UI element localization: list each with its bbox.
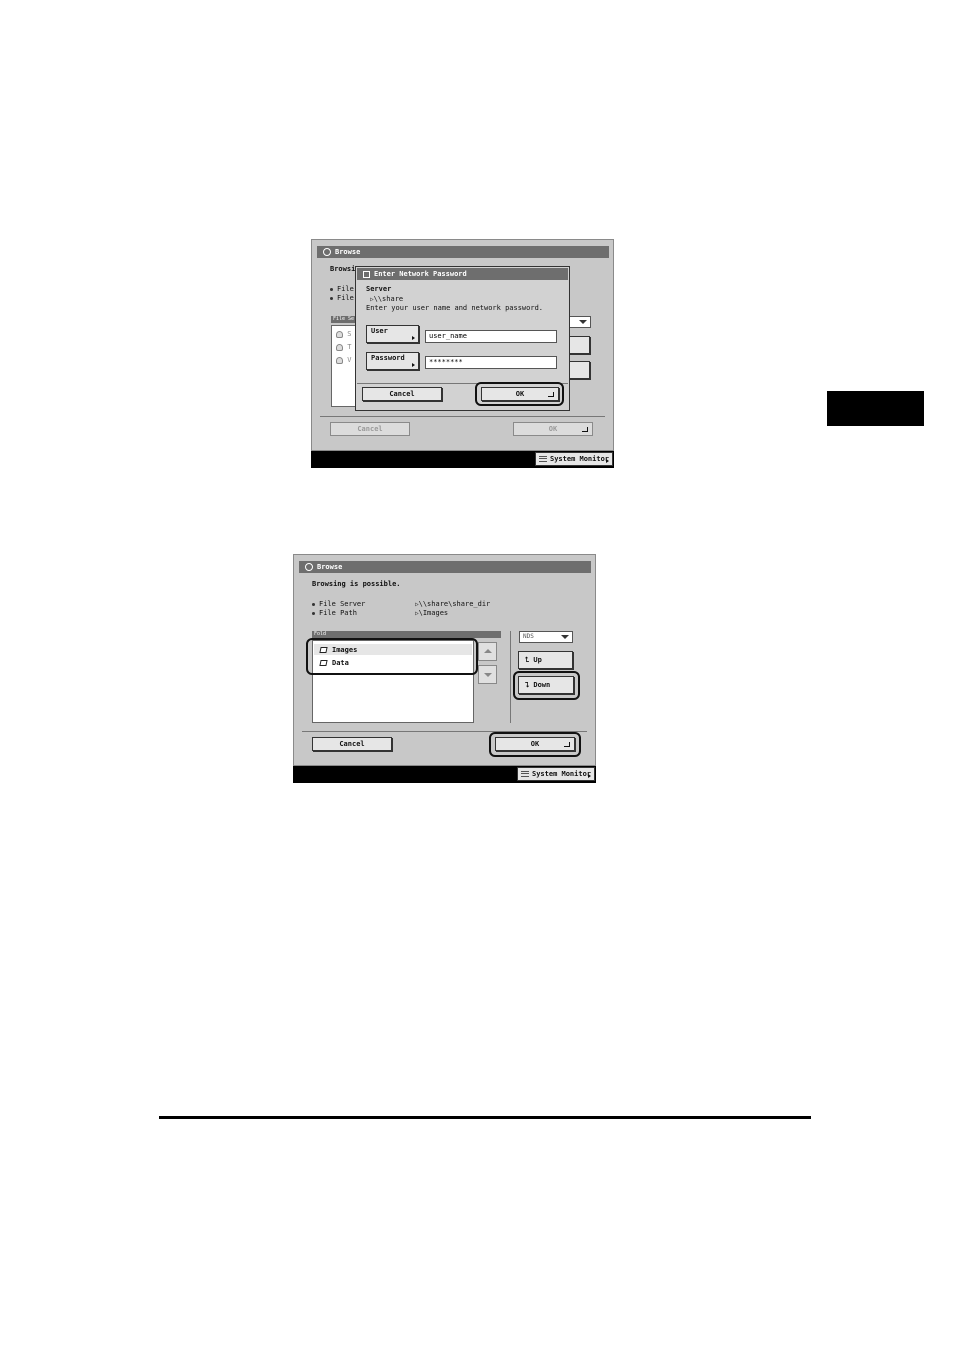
list-item[interactable]: S: [336, 330, 351, 338]
ok-button[interactable]: OK: [513, 422, 593, 436]
user-button[interactable]: User: [366, 325, 419, 343]
folders-highlight-outline: [306, 638, 478, 675]
screenshot-2-browse-folders: Browse Browsing is possible. File Server…: [293, 554, 596, 783]
dialog-icon: [363, 270, 370, 278]
chevron-down-icon: [579, 320, 587, 324]
system-monitor-button[interactable]: System Monitor: [517, 767, 595, 781]
return-icon: [582, 427, 588, 432]
user-field[interactable]: user_name: [425, 330, 557, 343]
disk-icon: [336, 330, 343, 338]
page-bottom-rule: [159, 1116, 811, 1119]
screen-2-panel: Browse Browsing is possible. File Server…: [293, 554, 596, 766]
cancel-button[interactable]: Cancel: [312, 737, 392, 751]
password-field[interactable]: ********: [425, 356, 557, 369]
up-button[interactable]: ⮤ Up: [518, 651, 573, 669]
down-button-partial[interactable]: [568, 361, 590, 379]
system-monitor-button[interactable]: System Monitor: [535, 452, 613, 466]
screen-1-panel: Browse Browsin File S File F File Serv S…: [311, 239, 614, 451]
folder-list-header: Fold: [312, 631, 501, 638]
browsing-status: Browsing is possible.: [312, 580, 401, 588]
browse-icon: [323, 248, 331, 256]
down-highlight-outline: [513, 671, 580, 700]
cancel-button[interactable]: Cancel: [330, 422, 410, 436]
file-server-label: File Server: [312, 600, 365, 608]
network-password-dialog: Enter Network Password Server ▷\\share E…: [355, 266, 570, 411]
arrow-icon: [588, 774, 591, 778]
up-arrow-icon: ⮤: [525, 656, 530, 664]
arrow-icon: [412, 363, 415, 367]
monitor-icon: [521, 771, 529, 777]
server-value: ▷\\share: [370, 295, 404, 303]
dialog-title: Enter Network Password: [374, 270, 467, 278]
scroll-down-button[interactable]: [478, 665, 497, 684]
monitor-icon: [539, 456, 547, 462]
password-button[interactable]: Password: [366, 352, 419, 370]
chevron-down-icon: [561, 635, 569, 639]
dialog-titlebar: Enter Network Password: [357, 268, 568, 280]
file-path-label: File Path: [312, 609, 357, 617]
list-item[interactable]: V: [336, 356, 351, 364]
screen-1-title: Browse: [335, 248, 361, 256]
protocol-dropdown-partial[interactable]: [568, 316, 591, 328]
separator-line: [320, 416, 605, 417]
disk-icon: [336, 356, 343, 364]
vertical-separator: [510, 631, 511, 723]
screenshot-1-browse-with-password-dialog: Browse Browsin File S File F File Serv S…: [311, 239, 614, 468]
file-server-value: ▷\\share\share_dir: [415, 600, 491, 608]
disk-icon: [336, 343, 343, 351]
dialog-instruction: Enter your user name and network passwor…: [366, 304, 544, 312]
server-label: Server: [366, 285, 392, 293]
arrow-up-icon: [484, 649, 492, 653]
arrow-icon: [606, 459, 609, 463]
protocol-dropdown[interactable]: NDS: [519, 631, 573, 643]
arrow-down-icon: [484, 673, 492, 677]
ok-highlight-outline: [489, 732, 581, 757]
chapter-side-tab: [827, 391, 924, 426]
scroll-up-button[interactable]: [478, 642, 497, 661]
dialog-cancel-button[interactable]: Cancel: [362, 387, 442, 401]
arrow-icon: [412, 336, 415, 340]
ok-highlight-outline: [475, 382, 564, 406]
screen-2-titlebar: Browse: [299, 561, 591, 573]
list-item[interactable]: T: [336, 343, 351, 351]
file-path-value: ▷\Images: [415, 609, 449, 617]
screen-2-title: Browse: [317, 563, 343, 571]
screen-1-titlebar: Browse: [317, 246, 609, 258]
browse-icon: [305, 563, 313, 571]
up-button-partial[interactable]: [568, 336, 590, 354]
